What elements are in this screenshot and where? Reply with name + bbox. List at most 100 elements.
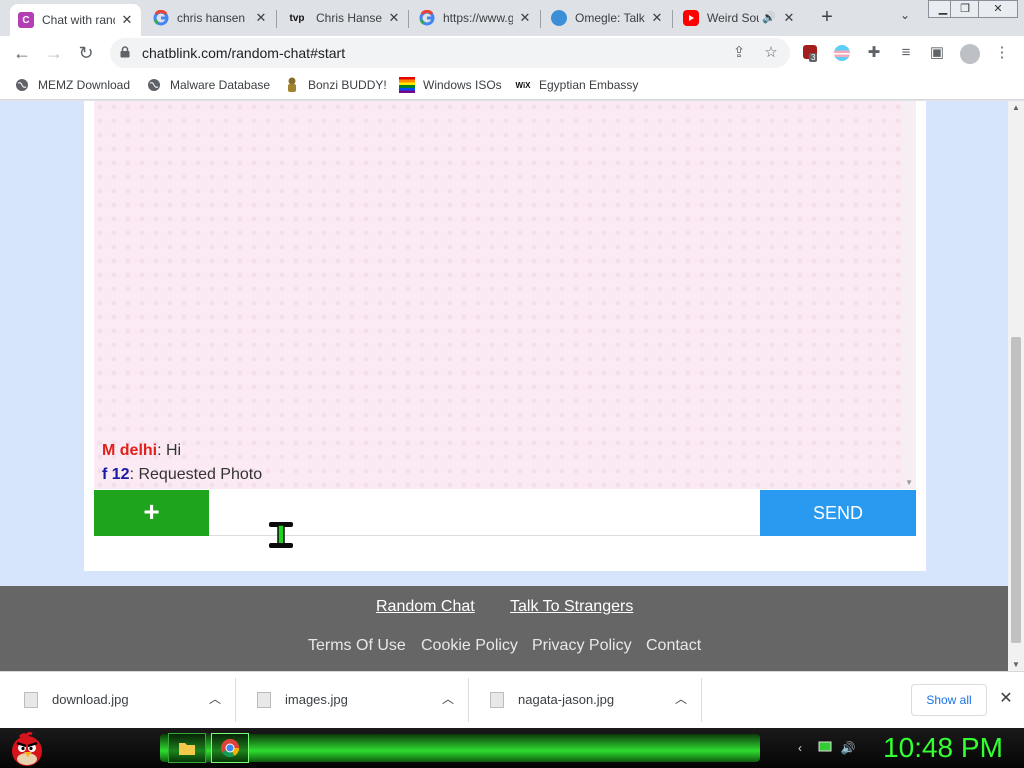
site-footer: Random Chat Talk To Strangers Terms Of U… <box>0 586 1008 671</box>
chrome-icon <box>221 739 239 758</box>
lock-icon <box>120 46 130 58</box>
tab-title: chris hansen - Google Search <box>177 11 249 25</box>
chevron-up-icon[interactable]: ︿ <box>442 690 454 707</box>
chatblink-icon: C <box>18 12 34 28</box>
tab-separator <box>540 10 541 28</box>
close-icon[interactable]: ✕ <box>119 12 135 28</box>
page-scrollbar[interactable]: ▲ ▼ <box>1008 101 1024 671</box>
tab-title: Chat with random strangers <box>42 13 115 27</box>
footer-link-cookie-policy[interactable]: Cookie Policy <box>421 637 518 655</box>
forward-button[interactable]: → <box>42 41 66 65</box>
tab-separator <box>408 10 409 28</box>
omegle-icon <box>551 10 567 26</box>
downloads-bar: download.jpg ︿ images.jpg ︿ nagata-jason… <box>0 671 1024 728</box>
close-icon[interactable]: ✕ <box>781 10 797 26</box>
restore-button[interactable]: ❐ <box>950 0 980 18</box>
new-tab-button[interactable]: + <box>815 7 839 29</box>
message-nick: M delhi <box>102 442 158 459</box>
bookmark-egyptian-embassy[interactable]: WiX Egyptian Embassy <box>515 76 638 94</box>
text-cursor-icon <box>269 522 293 548</box>
footer-link-talk-to-strangers[interactable]: Talk To Strangers <box>510 598 633 616</box>
bookmark-label: MEMZ Download <box>38 78 131 92</box>
ublock-icon[interactable]: 3 <box>803 45 818 62</box>
close-icon[interactable]: ✕ <box>386 10 402 26</box>
download-item[interactable]: nagata-jason.jpg ︿ <box>470 678 702 722</box>
speaker-icon[interactable]: 🔊 <box>761 10 777 26</box>
message-nick: f 12 <box>102 466 130 483</box>
angry-bird-start-icon[interactable] <box>6 730 48 768</box>
bookmark-label: Egyptian Embassy <box>539 78 639 92</box>
bookmark-malware-database[interactable]: Malware Database <box>146 76 270 94</box>
close-icon[interactable]: ✕ <box>517 10 533 26</box>
url-text: chatblink.com/random-chat#start <box>142 45 346 61</box>
close-icon[interactable]: ✕ <box>253 10 269 26</box>
file-explorer-taskbar-button[interactable] <box>168 733 206 763</box>
scroll-down-icon[interactable]: ▼ <box>1011 660 1021 669</box>
chevron-up-icon[interactable]: ︿ <box>209 690 221 707</box>
share-icon[interactable]: ⇪ <box>730 44 748 62</box>
image-file-icon <box>490 692 504 708</box>
bookmark-windows-isos[interactable]: Windows ISOs <box>399 76 502 94</box>
scroll-up-icon[interactable]: ▲ <box>1011 103 1021 112</box>
bookmark-bonzi-buddy[interactable]: Bonzi BUDDY! <box>284 76 387 94</box>
tray-arrow-icon[interactable]: ‹ <box>792 741 808 755</box>
globe-icon <box>14 77 30 93</box>
web-page: ▼ M delhi: Hi f 12: Requested Photo + SE… <box>0 101 1008 671</box>
volume-icon[interactable]: 🔊 <box>840 741 856 755</box>
download-filename: nagata-jason.jpg <box>518 692 615 707</box>
footer-link-terms[interactable]: Terms Of Use <box>308 637 406 655</box>
profile-avatar[interactable] <box>960 44 980 64</box>
footer-link-privacy-policy[interactable]: Privacy Policy <box>532 637 632 655</box>
back-button[interactable]: ← <box>10 41 34 65</box>
reload-button[interactable]: ↻ <box>74 41 98 65</box>
download-filename: download.jpg <box>52 692 129 707</box>
taskbar-clock[interactable]: 10:48 PM <box>868 732 1018 764</box>
tab-strip: C Chat with random strangers ✕ chris han… <box>0 0 1024 36</box>
puzzle-icon[interactable]: ✚ <box>865 44 883 62</box>
scrollbar-thumb[interactable] <box>1011 337 1021 643</box>
star-icon[interactable]: ☆ <box>762 44 780 62</box>
close-icon[interactable]: ✕ <box>996 688 1016 708</box>
send-button[interactable]: SEND <box>760 490 916 536</box>
download-item[interactable]: download.jpg ︿ <box>4 678 236 722</box>
chevron-down-icon[interactable]: ⌄ <box>895 8 915 28</box>
chat-log: ▼ M delhi: Hi f 12: Requested Photo <box>94 101 916 489</box>
message-text: : Hi <box>157 442 182 459</box>
bookmark-label: Bonzi BUDDY! <box>308 78 387 92</box>
show-all-button[interactable]: Show all <box>911 684 987 716</box>
tab-omegle[interactable]: Omegle: Talk to strangers ✕ <box>543 4 671 32</box>
bookmark-memz[interactable]: MEMZ Download <box>14 76 130 94</box>
extension-badge: 3 <box>809 53 818 62</box>
tab-google[interactable]: https://www.google.com ✕ <box>411 4 539 32</box>
taskbar-glow <box>160 734 760 762</box>
chrome-taskbar-button[interactable] <box>211 733 249 763</box>
tab-separator <box>672 10 673 28</box>
media-control-icon[interactable]: ≡ <box>897 44 915 62</box>
tab-chatblink[interactable]: C Chat with random strangers ✕ <box>10 4 141 36</box>
wix-icon: WiX <box>515 80 531 90</box>
close-icon[interactable]: ✕ <box>649 10 665 26</box>
battery-icon[interactable] <box>817 741 833 755</box>
address-bar[interactable]: chatblink.com/random-chat#start ⇪ ☆ <box>110 38 790 68</box>
chat-scrollbar[interactable]: ▼ <box>902 101 916 489</box>
download-item[interactable]: images.jpg ︿ <box>237 678 469 722</box>
google-icon <box>419 10 435 26</box>
rainbow-flag-icon <box>399 77 415 93</box>
globe-icon <box>146 77 162 93</box>
add-attachment-button[interactable]: + <box>94 490 209 536</box>
tab-google-search[interactable]: chris hansen - Google Search ✕ <box>145 4 275 32</box>
message-text: : Requested Photo <box>129 466 263 483</box>
chevron-up-icon[interactable]: ︿ <box>675 690 687 707</box>
tab-tvp[interactable]: tvp Chris Hansen - TVP ✕ <box>278 4 408 32</box>
more-menu-icon[interactable]: ⋮ <box>993 44 1011 62</box>
tab-youtube[interactable]: Weird Sounds 🔊 ✕ <box>675 4 803 32</box>
scroll-down-icon[interactable]: ▼ <box>905 478 913 487</box>
footer-link-random-chat[interactable]: Random Chat <box>376 598 475 616</box>
flag-extension-icon[interactable] <box>834 45 850 61</box>
sidebar-icon[interactable]: ▣ <box>928 44 946 62</box>
close-window-button[interactable]: ✕ <box>978 0 1018 18</box>
footer-link-contact[interactable]: Contact <box>646 637 701 655</box>
chat-message: f 12: Requested Photo <box>102 466 262 484</box>
download-filename: images.jpg <box>285 692 348 707</box>
tvp-icon: tvp <box>289 12 305 24</box>
